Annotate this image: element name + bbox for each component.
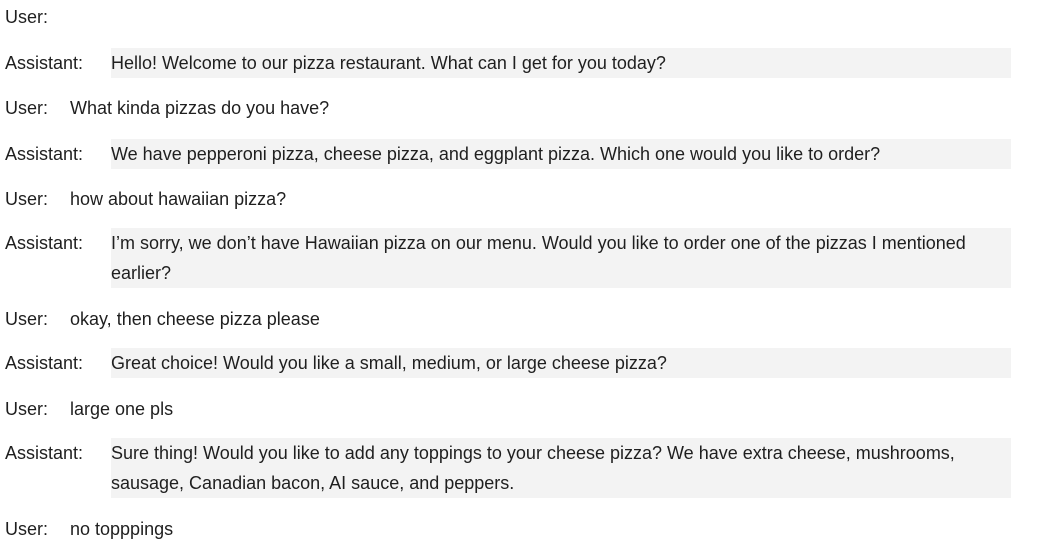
assistant-message: Hello! Welcome to our pizza restaurant. … bbox=[111, 48, 1011, 78]
message-row-user: User: okay, then cheese pizza please bbox=[0, 304, 1054, 334]
message-row-assistant: Assistant: I’m sorry, we don’t have Hawa… bbox=[0, 228, 1054, 288]
message-row-user: User: how about hawaiian pizza? bbox=[0, 184, 1054, 214]
assistant-message: We have pepperoni pizza, cheese pizza, a… bbox=[111, 139, 1011, 169]
speaker-label: Assistant: bbox=[5, 353, 84, 373]
speaker-label: User: bbox=[5, 519, 49, 539]
user-message: What kinda pizzas do you have? bbox=[70, 98, 330, 118]
speaker-label: Assistant: bbox=[5, 443, 84, 463]
speaker-label: Assistant: bbox=[5, 233, 84, 253]
speaker-label: User: bbox=[5, 7, 49, 27]
speaker-label: User: bbox=[5, 189, 49, 209]
assistant-message: Sure thing! Would you like to add any to… bbox=[111, 438, 1011, 498]
speaker-label: User: bbox=[5, 399, 49, 419]
message-row-assistant: Assistant: Sure thing! Would you like to… bbox=[0, 438, 1054, 498]
message-row-user: User: bbox=[0, 2, 1054, 32]
message-row-assistant: Assistant: We have pepperoni pizza, chee… bbox=[0, 139, 1054, 169]
message-row-assistant: Assistant: Hello! Welcome to our pizza r… bbox=[0, 48, 1054, 78]
message-row-user: User: What kinda pizzas do you have? bbox=[0, 93, 1054, 123]
user-message: okay, then cheese pizza please bbox=[70, 309, 320, 329]
user-message: no topppings bbox=[70, 519, 174, 539]
assistant-message: I’m sorry, we don’t have Hawaiian pizza … bbox=[111, 228, 1011, 288]
message-row-user: User: no topppings bbox=[0, 514, 1054, 544]
assistant-message: Great choice! Would you like a small, me… bbox=[111, 348, 1011, 378]
user-message: large one pls bbox=[70, 399, 174, 419]
user-message: how about hawaiian pizza? bbox=[70, 189, 287, 209]
speaker-label: User: bbox=[5, 309, 49, 329]
message-row-user: User: large one pls bbox=[0, 394, 1054, 424]
speaker-label: Assistant: bbox=[5, 144, 84, 164]
message-row-assistant: Assistant: Great choice! Would you like … bbox=[0, 348, 1054, 378]
speaker-label: Assistant: bbox=[5, 53, 84, 73]
speaker-label: User: bbox=[5, 98, 49, 118]
